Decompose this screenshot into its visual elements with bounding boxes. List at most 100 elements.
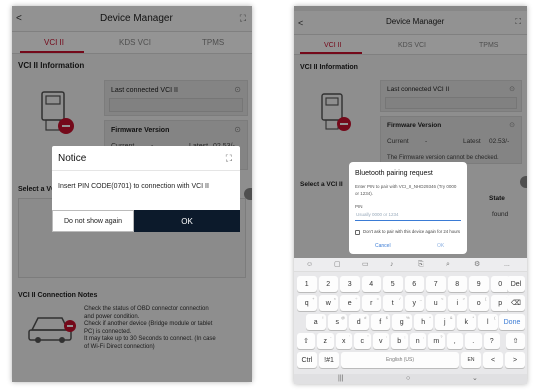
key-label: !#1 bbox=[324, 356, 334, 364]
key-label: Ctrl bbox=[301, 356, 313, 364]
key-2[interactable]: 2 bbox=[318, 276, 338, 292]
cancel-button[interactable]: Cancel bbox=[375, 244, 391, 249]
scan-icon: ⛶ bbox=[225, 153, 232, 163]
key-g[interactable]: g% bbox=[392, 314, 412, 330]
key-q[interactable]: q + bbox=[297, 295, 317, 311]
space-key[interactable]: English (US) bbox=[341, 352, 459, 368]
key-secondary-label: ^ bbox=[429, 315, 431, 320]
more-icon[interactable]: ... bbox=[504, 261, 510, 268]
mic-icon[interactable]: ♪ bbox=[390, 261, 394, 268]
key-y[interactable]: y _ bbox=[404, 295, 424, 311]
key-secondary-label: ( bbox=[494, 315, 496, 320]
pin-label: PIN bbox=[355, 204, 363, 209]
delete-key[interactable]: Del bbox=[507, 276, 525, 292]
key-secondary-label: " bbox=[367, 334, 369, 339]
search-icon[interactable]: ⌕ bbox=[446, 261, 450, 268]
key-secondary-label: [ bbox=[485, 296, 487, 301]
key-label: 3 bbox=[347, 280, 352, 288]
cursor-right-key[interactable]: > bbox=[505, 352, 525, 368]
backspace-key[interactable]: ⌫ bbox=[507, 295, 525, 311]
key-label: y bbox=[412, 299, 417, 307]
key-5[interactable]: 5 bbox=[383, 276, 403, 292]
home-icon[interactable]: ○ bbox=[406, 375, 410, 382]
key-w[interactable]: w × bbox=[318, 295, 338, 311]
recents-icon[interactable]: ||| bbox=[338, 375, 343, 382]
key-b[interactable]: b; bbox=[391, 333, 408, 349]
key-f[interactable]: f $ bbox=[370, 314, 390, 330]
key-comma[interactable]: , bbox=[446, 333, 463, 349]
key-secondary-label: : bbox=[385, 334, 387, 339]
key-label: EN bbox=[467, 357, 475, 363]
shift-right-key[interactable]: ⇧ bbox=[506, 333, 525, 349]
key-label: 7 bbox=[433, 280, 438, 288]
ctrl-key[interactable]: Ctrl bbox=[297, 352, 317, 368]
language-key[interactable]: EN bbox=[461, 352, 481, 368]
do-not-show-again-button[interactable]: Do not show again bbox=[52, 210, 134, 232]
key-secondary-label: , bbox=[422, 334, 424, 339]
key-label: 1 bbox=[304, 280, 309, 288]
dont-ask-checkbox[interactable] bbox=[355, 230, 360, 235]
key-6[interactable]: 6 bbox=[404, 276, 424, 292]
key-h[interactable]: h ^ bbox=[413, 314, 433, 330]
key-label: ? bbox=[489, 337, 494, 345]
key-label: d bbox=[356, 318, 361, 326]
key-secondary-label: × bbox=[333, 296, 336, 301]
gif-icon[interactable]: ▭ bbox=[362, 261, 369, 268]
key-9[interactable]: 9 bbox=[469, 276, 489, 292]
ok-button[interactable]: OK bbox=[437, 244, 444, 249]
key-l[interactable]: l( bbox=[478, 314, 498, 330]
key-s[interactable]: s @ bbox=[327, 314, 347, 330]
pin-input[interactable]: Usually 0000 or 1234 bbox=[355, 211, 461, 221]
key-label: English (US) bbox=[385, 357, 415, 363]
key-label: 6 bbox=[412, 280, 417, 288]
key-3[interactable]: 3 bbox=[340, 276, 360, 292]
key-label: k bbox=[464, 318, 469, 326]
key-secondary-label: $ bbox=[385, 315, 388, 320]
key-label: , bbox=[453, 337, 456, 345]
sticker-icon[interactable]: ▢ bbox=[334, 261, 341, 268]
key-d[interactable]: d # bbox=[349, 314, 369, 330]
key-o[interactable]: o[ bbox=[469, 295, 489, 311]
cursor-left-key[interactable]: < bbox=[483, 352, 503, 368]
key-4[interactable]: 4 bbox=[361, 276, 381, 292]
key-i[interactable]: i > bbox=[447, 295, 467, 311]
key-u[interactable]: u < bbox=[426, 295, 446, 311]
key-label: s bbox=[335, 318, 340, 326]
key-a[interactable]: a! bbox=[306, 314, 326, 330]
done-key[interactable]: Done bbox=[499, 314, 525, 330]
key-label: l bbox=[486, 318, 489, 326]
key-j[interactable]: j & bbox=[435, 314, 455, 330]
shift-key[interactable]: ⇧ bbox=[297, 333, 315, 349]
dialog-message: Enter PIN to pair with VCI_II_NHD29346 (… bbox=[355, 184, 457, 189]
key-label: 8 bbox=[455, 280, 460, 288]
key-secondary-label: # bbox=[364, 315, 367, 320]
settings-icon[interactable]: ⚙ bbox=[474, 261, 480, 268]
key-question[interactable]: ? bbox=[483, 333, 500, 349]
key-label: m bbox=[433, 337, 440, 345]
key-k[interactable]: k * bbox=[456, 314, 476, 330]
back-nav-icon[interactable]: ⌄ bbox=[472, 375, 478, 382]
key-8[interactable]: 8 bbox=[447, 276, 467, 292]
key-secondary-label: ' bbox=[349, 334, 350, 339]
key-x[interactable]: x ' bbox=[335, 333, 352, 349]
key-7[interactable]: 7 bbox=[426, 276, 446, 292]
symbols-key[interactable]: !#1 bbox=[319, 352, 339, 368]
key-t[interactable]: t / bbox=[383, 295, 403, 311]
ok-button[interactable]: OK bbox=[134, 210, 240, 232]
key-m[interactable]: m? bbox=[428, 333, 445, 349]
key-label: o bbox=[476, 299, 481, 307]
key-secondary-label: + bbox=[312, 296, 315, 301]
key-secondary-label: ! bbox=[322, 315, 324, 320]
key-n[interactable]: n, bbox=[409, 333, 426, 349]
key-period[interactable]: . bbox=[465, 333, 482, 349]
clipboard-icon[interactable]: ⎘ bbox=[418, 261, 424, 268]
key-v[interactable]: v: bbox=[372, 333, 389, 349]
emoji-icon[interactable]: ☺ bbox=[306, 261, 313, 268]
key-c[interactable]: c " bbox=[354, 333, 371, 349]
key-e[interactable]: e ÷ bbox=[340, 295, 360, 311]
key-r[interactable]: r = bbox=[361, 295, 381, 311]
key-1[interactable]: 1 bbox=[297, 276, 317, 292]
key-z[interactable]: z- bbox=[317, 333, 334, 349]
key-secondary-label: < bbox=[441, 296, 444, 301]
key-label: u bbox=[433, 299, 438, 307]
